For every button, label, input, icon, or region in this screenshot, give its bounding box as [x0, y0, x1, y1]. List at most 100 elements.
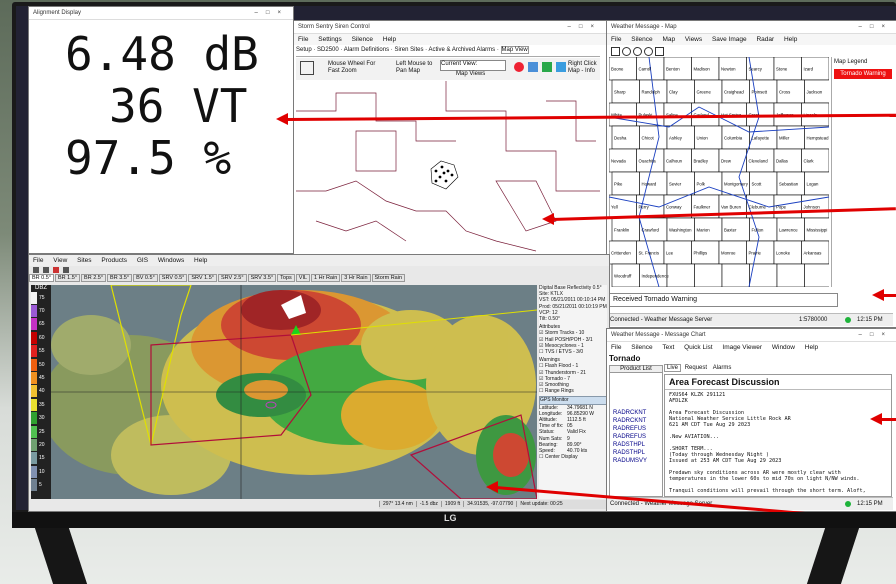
menu-save-image[interactable]: Save Image — [712, 36, 747, 43]
product-tab[interactable]: SRV 3.5° — [247, 274, 277, 282]
home-icon[interactable] — [300, 61, 314, 75]
window-controls[interactable]: –□× — [859, 329, 893, 341]
up-arrow-icon[interactable] — [542, 62, 552, 72]
menu-help[interactable]: Help — [383, 36, 396, 43]
tab-setup[interactable]: Setup — [296, 47, 312, 53]
window-controls[interactable]: –□× — [568, 21, 602, 33]
county-label: Ouachita — [639, 159, 657, 164]
menu-gis[interactable]: GIS — [137, 257, 148, 264]
menu-products[interactable]: Products — [101, 257, 127, 264]
product-tab[interactable]: SRV 1.5° — [188, 274, 217, 282]
product-tab[interactable]: SRV 0.5° — [158, 274, 188, 282]
window-controls[interactable]: –□× — [255, 7, 289, 19]
menu-text[interactable]: Text — [662, 344, 674, 351]
menu-help[interactable]: Help — [194, 257, 207, 264]
menu-radar[interactable]: Radar — [756, 36, 774, 43]
menu-help[interactable]: Help — [784, 36, 797, 43]
menu-views[interactable]: Views — [685, 36, 702, 43]
legend-tornado-warning[interactable]: Tornado Warning — [834, 69, 892, 79]
product-tab[interactable]: BR 1.5° — [55, 274, 81, 282]
center-display-checkbox[interactable]: ☐ Center Display — [539, 454, 607, 460]
tab-alarm-definitions[interactable]: Alarm Definitions — [344, 47, 389, 53]
menu-sites[interactable]: Sites — [77, 257, 91, 264]
county-label: Cross — [779, 90, 790, 95]
window-controls[interactable]: –□× — [859, 21, 893, 33]
attribute-item[interactable]: ☐ TVS / ETVS - 3/0 — [539, 349, 607, 355]
stop-icon[interactable] — [53, 267, 59, 273]
product-list-item[interactable]: RADREFUS — [610, 433, 662, 441]
siren-map[interactable] — [296, 81, 600, 255]
product-list-item[interactable]: RADUMSVY — [610, 457, 662, 465]
monitor-leg-right — [806, 528, 860, 584]
monitor-logo: LG — [444, 513, 457, 523]
down-arrow-icon[interactable] — [528, 62, 538, 72]
tab-active-alarms[interactable]: Active & Archived Alarms — [428, 47, 495, 53]
title-bar[interactable]: Weather Message - Message Chart –□× — [607, 329, 896, 342]
radar-status-field: -1.5 dbz — [415, 501, 441, 507]
county-shape[interactable] — [776, 263, 805, 287]
product-list-item[interactable]: RADREFUS — [610, 425, 662, 433]
menu-quick-list[interactable]: Quick List — [684, 344, 713, 351]
radar-image[interactable] — [51, 285, 537, 499]
county-shape[interactable] — [666, 263, 695, 287]
zoom-out-icon[interactable] — [644, 47, 653, 56]
product-list-item[interactable]: RADRCKNT — [610, 409, 662, 417]
menu-settings[interactable]: Settings — [318, 36, 342, 43]
forward-icon[interactable] — [63, 267, 69, 273]
product-tab[interactable]: BV 0.5° — [133, 274, 158, 282]
menu-view[interactable]: View — [53, 257, 67, 264]
tab-live[interactable]: Live — [664, 364, 682, 372]
menu-image-viewer[interactable]: Image Viewer — [722, 344, 762, 351]
product-list-item[interactable]: RADRCKNT — [610, 417, 662, 425]
menu-file[interactable]: File — [298, 36, 308, 43]
tab-request[interactable]: Request — [683, 365, 709, 371]
refresh-icon[interactable] — [622, 47, 631, 56]
menu-windows[interactable]: Windows — [158, 257, 184, 264]
map-view-select[interactable]: Current View: — [440, 60, 506, 71]
title-bar[interactable]: Storm Sentry Siren Control –□× — [294, 21, 606, 34]
menu-help[interactable]: Help — [805, 344, 818, 351]
product-tab[interactable]: SRV 2.5° — [217, 274, 247, 282]
product-list-item[interactable]: RADSTHPL — [610, 449, 662, 457]
delete-icon[interactable] — [514, 62, 524, 72]
range-rings-checkbox[interactable]: ☐ Range Rings — [539, 388, 607, 394]
alignment-display-window: Alignment Display –□× 6.48 dB 36 VT 97.5… — [28, 6, 294, 254]
product-tab[interactable]: VIL — [295, 274, 311, 282]
county-shape[interactable] — [804, 263, 830, 287]
dbz-tick: 25 — [31, 425, 51, 438]
zoom-in-icon[interactable] — [633, 47, 642, 56]
product-tab[interactable]: BR 3.5° — [107, 274, 133, 282]
county-map[interactable]: Boone Carroll Benton Madison Newton Searcy Sto… — [609, 57, 829, 287]
title-bar[interactable]: Weather Message - Map –□× — [607, 21, 896, 34]
menu-file[interactable]: File — [611, 344, 621, 351]
menu-silence[interactable]: Silence — [631, 36, 652, 43]
county-label: Desha — [614, 136, 627, 141]
tab-siren-sites[interactable]: Siren Sites — [394, 47, 423, 53]
menu-silence[interactable]: Silence — [631, 344, 652, 351]
product-tab[interactable]: 3 Hr Rain — [341, 274, 371, 282]
tab-map-view[interactable]: Map View — [500, 46, 529, 54]
title-bar[interactable]: Alignment Display –□× — [29, 7, 293, 20]
tab-sd2500[interactable]: SD2500 — [317, 47, 339, 53]
product-tab[interactable]: Tops — [277, 274, 295, 282]
menu-file[interactable]: File — [33, 257, 43, 264]
county-shape[interactable] — [749, 263, 778, 287]
info-vst: VST: 05/21/2011 00:10:14 PM — [539, 297, 606, 304]
product-tab[interactable]: BR 2.5° — [81, 274, 107, 282]
menu-window[interactable]: Window — [772, 344, 795, 351]
tab-alarms[interactable]: Alarms — [711, 365, 734, 371]
zoom-icon[interactable] — [556, 62, 566, 72]
product-tab[interactable]: BR 0.5° — [29, 274, 55, 282]
menu-silence[interactable]: Silence — [352, 36, 373, 43]
pointer-icon[interactable] — [611, 47, 620, 56]
county-shape[interactable] — [721, 263, 750, 287]
product-tab[interactable]: Storm Rain — [371, 274, 406, 282]
menu-file[interactable]: File — [611, 36, 621, 43]
menu-map[interactable]: Map — [662, 36, 675, 43]
back-icon[interactable] — [33, 267, 39, 273]
home-icon[interactable] — [655, 47, 664, 56]
product-tab[interactable]: 1 Hr Rain — [311, 274, 341, 282]
play-icon[interactable] — [43, 267, 49, 273]
county-shape[interactable] — [694, 263, 723, 287]
product-list-item[interactable]: RADSTHPL — [610, 441, 662, 449]
